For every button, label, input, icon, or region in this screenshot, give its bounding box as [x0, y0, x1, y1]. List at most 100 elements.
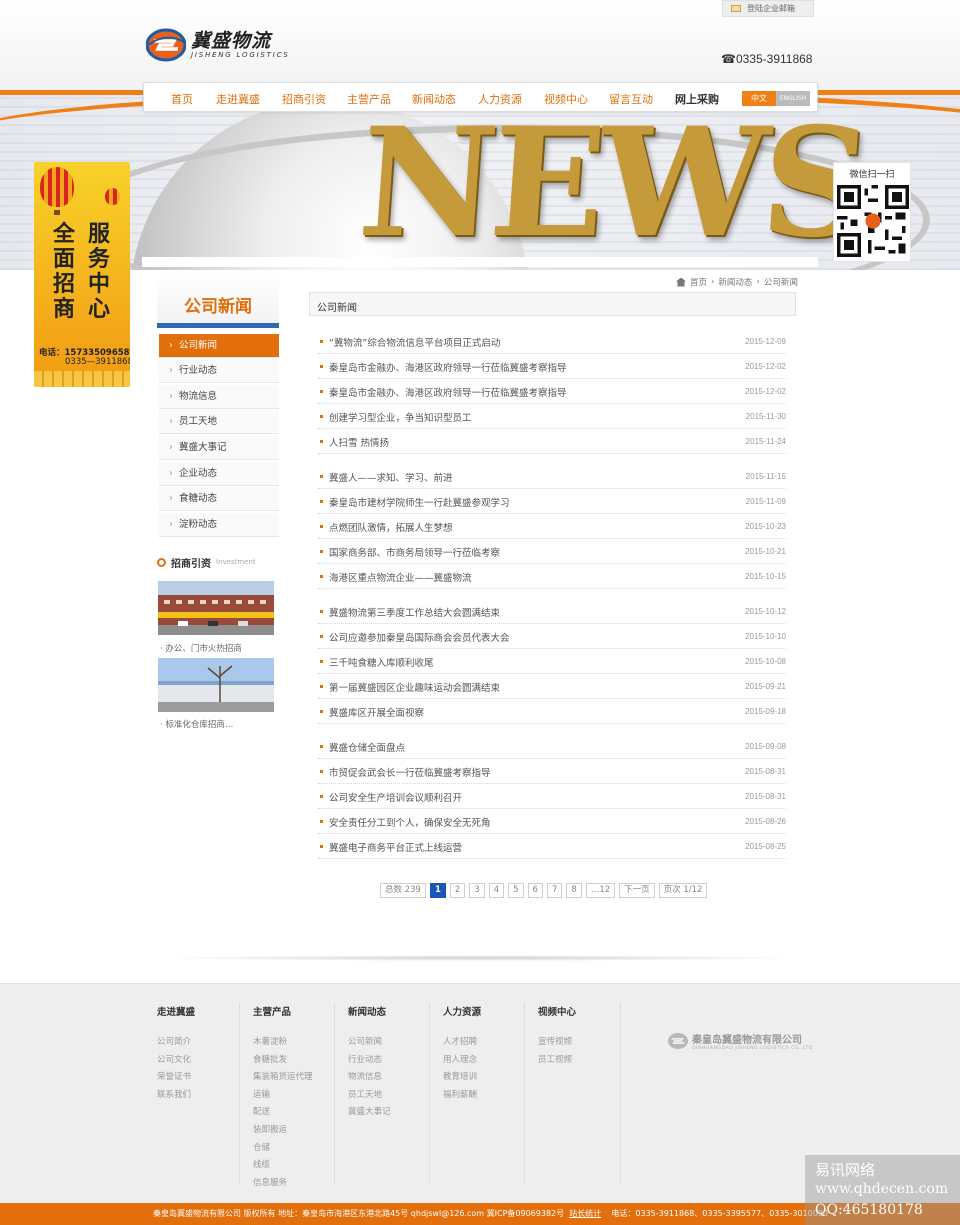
news-title[interactable]: 点燃团队激情，拓展人生梦想	[329, 520, 453, 534]
footer-link[interactable]: 教育培训	[443, 1070, 481, 1088]
pager-page[interactable]: 7	[546, 883, 563, 898]
investment-thumb-office[interactable]	[158, 581, 274, 635]
sidebar-item-starch[interactable]: 淀粉动态	[159, 513, 279, 537]
news-title[interactable]: 秦皇岛市金融办、海港区政府领导一行莅临冀盛考察指导	[329, 360, 567, 374]
nav-purchase[interactable]: 网上采购	[675, 91, 719, 107]
news-title[interactable]: 市贸促会武会长一行莅临冀盛考察指导	[329, 765, 491, 779]
news-item[interactable]: 冀盛物流第三季度工作总结大会圆满结束 2015-10-12	[318, 599, 786, 624]
news-title[interactable]: 创建学习型企业，争当知识型员工	[329, 410, 472, 424]
investment-caption-warehouse[interactable]: · 标准化仓库招商…	[160, 718, 233, 730]
footer-link[interactable]: 信息服务	[253, 1176, 313, 1194]
news-item[interactable]: 秦皇岛市金融办、海港区政府领导一行莅临冀盛考察指导 2015-12-02	[318, 379, 786, 404]
news-item[interactable]: 冀盛仓储全面盘点 2015-09-08	[318, 734, 786, 759]
pager-page[interactable]: 2	[449, 883, 466, 898]
news-title[interactable]: 冀盛电子商务平台正式上线运营	[329, 840, 462, 854]
news-item[interactable]: 市贸促会武会长一行莅临冀盛考察指导 2015-08-31	[318, 759, 786, 784]
breadcrumb-news[interactable]: 新闻动态	[718, 276, 752, 288]
footer-link[interactable]: 装卸搬运	[253, 1123, 313, 1141]
news-title[interactable]: 秦皇岛市建材学院师生一行赴冀盛参观学习	[329, 495, 510, 509]
pager-page[interactable]: 6	[527, 883, 543, 898]
pager-page-current[interactable]: 1	[429, 883, 446, 898]
nav-products[interactable]: 主营产品	[347, 91, 391, 107]
footer-link[interactable]: 行业动态	[348, 1053, 391, 1071]
nav-home[interactable]: 首页	[171, 91, 193, 107]
lang-chinese-button[interactable]: 中文	[742, 91, 776, 106]
nav-video[interactable]: 视频中心	[544, 91, 588, 107]
site-stats-link[interactable]: 站长统计	[569, 1209, 601, 1218]
pager-page[interactable]: 3	[469, 883, 485, 898]
news-title[interactable]: 三千吨食糖入库顺利收尾	[329, 655, 434, 669]
sidebar-item-sugar[interactable]: 食糖动态	[159, 487, 279, 511]
footer-link[interactable]: 集装箱货运代理	[253, 1070, 313, 1088]
news-item[interactable]: 三千吨食糖入库顺利收尾 2015-10-08	[318, 649, 786, 674]
news-item[interactable]: 创建学习型企业，争当知识型员工 2015-11-30	[318, 404, 786, 429]
news-title[interactable]: 公司安全生产培训会议顺利召开	[329, 790, 462, 804]
footer-link[interactable]: 线缆	[253, 1158, 313, 1176]
enterprise-mail-link[interactable]: 登陆企业邮箱	[722, 0, 814, 17]
nav-about[interactable]: 走进冀盛	[216, 91, 260, 107]
sidebar-item-logistics[interactable]: 物流信息	[159, 385, 279, 409]
sidebar-item-industry[interactable]: 行业动态	[159, 359, 279, 383]
nav-news[interactable]: 新闻动态	[412, 91, 456, 107]
footer-link[interactable]: 食糖批发	[253, 1053, 313, 1071]
footer-link[interactable]: 人才招聘	[443, 1035, 481, 1053]
pager-page[interactable]: 4	[488, 883, 505, 898]
sidebar-item-staff[interactable]: 员工天地	[159, 410, 279, 434]
footer-link[interactable]: 联系我们	[157, 1088, 195, 1106]
news-item[interactable]: 公司安全生产培训会议顺利召开 2015-08-31	[318, 784, 786, 809]
pager-next-button[interactable]: 下一页	[619, 883, 655, 898]
news-title[interactable]: 冀盛人——求知、学习、前进	[329, 470, 453, 484]
news-item[interactable]: 国家商务部、市商务局领导一行莅临考察 2015-10-21	[318, 539, 786, 564]
news-title[interactable]: 第一届冀盛园区企业趣味运动会圆满结束	[329, 680, 500, 694]
news-title[interactable]: 冀盛库区开展全面视察	[329, 705, 424, 719]
news-item[interactable]: 冀盛电子商务平台正式上线运营 2015-08-25	[318, 834, 786, 859]
footer-link[interactable]: 用人理念	[443, 1053, 481, 1071]
footer-link[interactable]: 宣传视频	[538, 1035, 576, 1053]
news-item[interactable]: 秦皇岛市金融办、海港区政府领导一行莅临冀盛考察指导 2015-12-02	[318, 354, 786, 379]
news-item[interactable]: 冀盛人——求知、学习、前进 2015-11-15	[318, 464, 786, 489]
news-title[interactable]: 冀盛仓储全面盘点	[329, 740, 405, 754]
news-item[interactable]: 安全责任分工到个人，确保安全无死角 2015-08-26	[318, 809, 786, 834]
news-item[interactable]: 海港区重点物流企业——冀盛物流 2015-10-15	[318, 564, 786, 589]
investment-thumb-warehouse[interactable]	[158, 658, 274, 712]
lang-english-button[interactable]: ENGLISH	[776, 91, 810, 106]
sidebar-item-milestones[interactable]: 冀盛大事记	[159, 436, 279, 460]
news-title[interactable]: 国家商务部、市商务局领导一行莅临考察	[329, 545, 500, 559]
footer-link[interactable]: 配送	[253, 1105, 313, 1123]
nav-investment[interactable]: 招商引资	[282, 91, 326, 107]
footer-link[interactable]: 公司新闻	[348, 1035, 391, 1053]
investment-caption-office[interactable]: · 办公、门市火热招商	[160, 642, 242, 654]
footer-link[interactable]: 运输	[253, 1088, 313, 1106]
news-title[interactable]: 冀盛物流第三季度工作总结大会圆满结束	[329, 605, 500, 619]
nav-hr[interactable]: 人力资源	[478, 91, 522, 107]
news-item[interactable]: 冀盛库区开展全面视察 2015-09-18	[318, 699, 786, 724]
footer-link[interactable]: 公司简介	[157, 1035, 195, 1053]
breadcrumb-home[interactable]: 首页	[690, 276, 707, 288]
pager-last-page[interactable]: …12	[585, 883, 616, 898]
footer-link[interactable]: 木薯淀粉	[253, 1035, 313, 1053]
footer-link[interactable]: 公司文化	[157, 1053, 195, 1071]
nav-message[interactable]: 留言互动	[609, 91, 653, 107]
footer-link[interactable]: 仓储	[253, 1141, 313, 1159]
footer-link[interactable]: 福利薪酬	[443, 1088, 481, 1106]
news-title[interactable]: 人扫雪 热情扬	[329, 435, 389, 449]
pager-page[interactable]: 5	[508, 883, 524, 898]
news-title[interactable]: 安全责任分工到个人，确保安全无死角	[329, 815, 491, 829]
news-title[interactable]: 公司应邀参加秦皇岛国际商会会员代表大会	[329, 630, 510, 644]
site-logo[interactable]: 冀盛物流 JISHENG LOGISTICS	[146, 27, 290, 63]
news-item[interactable]: 公司应邀参加秦皇岛国际商会会员代表大会 2015-10-10	[318, 624, 786, 649]
service-center-ad[interactable]: 全面招商 服务中心 电话：15733509658 0335—3911868	[34, 162, 130, 387]
sidebar-item-enterprise[interactable]: 企业动态	[159, 462, 279, 486]
footer-link[interactable]: 员工天地	[348, 1088, 391, 1106]
news-item[interactable]: 第一届冀盛园区企业趣味运动会圆满结束 2015-09-21	[318, 674, 786, 699]
news-title[interactable]: 秦皇岛市金融办、海港区政府领导一行莅临冀盛考察指导	[329, 385, 567, 399]
news-title[interactable]: 海港区重点物流企业——冀盛物流	[329, 570, 472, 584]
pager-page[interactable]: 8	[566, 883, 582, 898]
footer-link[interactable]: 物流信息	[348, 1070, 391, 1088]
footer-link[interactable]: 冀盛大事记	[348, 1105, 391, 1123]
footer-link[interactable]: 荣誉证书	[157, 1070, 195, 1088]
news-item[interactable]: 人扫雪 热情扬 2015-11-24	[318, 429, 786, 454]
sidebar-item-company-news[interactable]: 公司新闻	[159, 334, 279, 358]
news-item[interactable]: 点燃团队激情，拓展人生梦想 2015-10-23	[318, 514, 786, 539]
footer-link[interactable]: 员工视频	[538, 1053, 576, 1071]
